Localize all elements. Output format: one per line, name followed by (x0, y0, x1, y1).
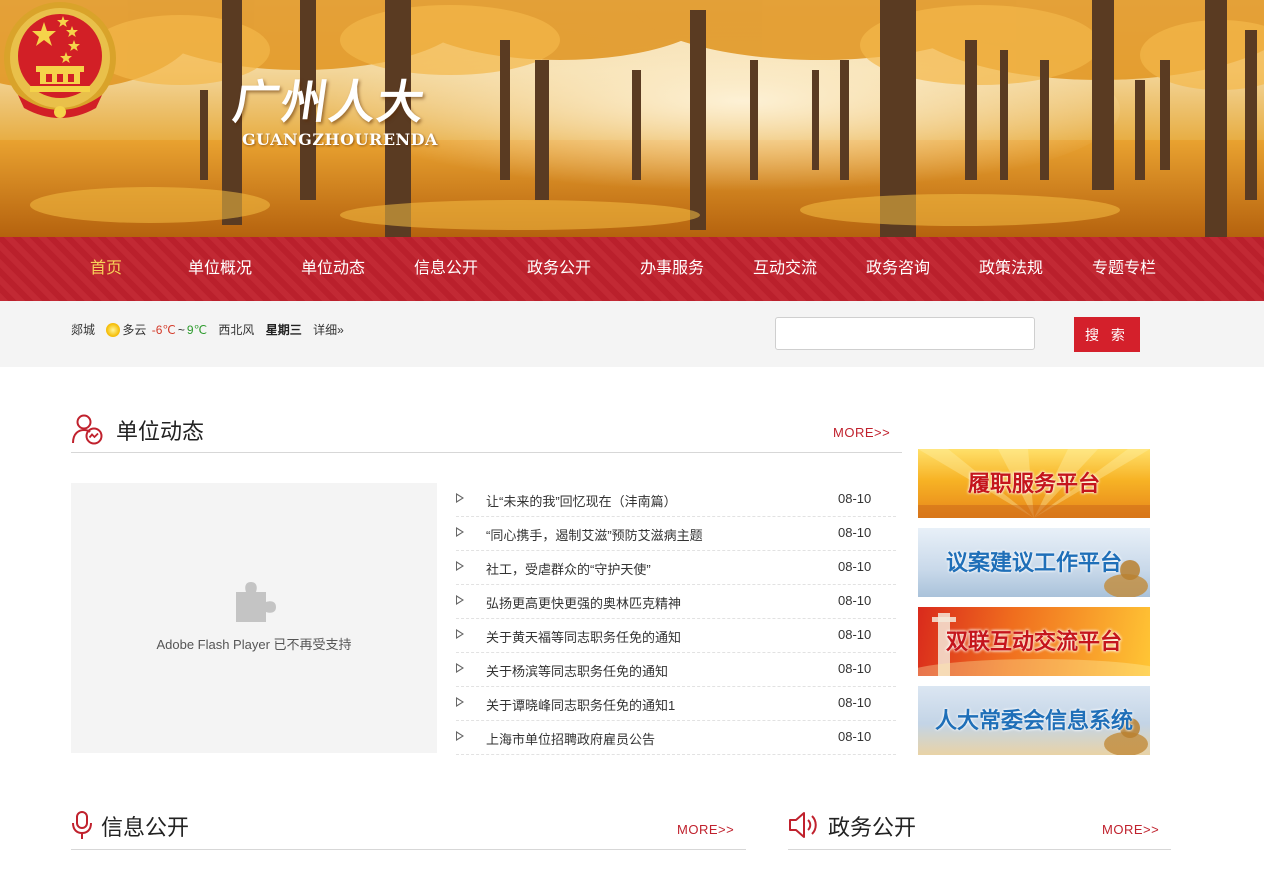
nav-item-gov-affairs[interactable]: 政务公开 (527, 237, 591, 301)
news-item-date: 08-10 (838, 525, 872, 540)
news-item-title[interactable]: 上海市单位招聘政府雇员公告 (486, 729, 655, 748)
nav-item-home[interactable]: 首页 (90, 237, 122, 301)
news-item-date: 08-10 (838, 695, 872, 710)
platform-banner-proposals[interactable]: 议案建议工作平台 (918, 528, 1150, 597)
news-item-title[interactable]: 关于谭晓峰同志职务任免的通知1 (486, 695, 675, 714)
news-item-date: 08-10 (838, 559, 872, 574)
platform-label: 履职服务平台 (967, 471, 1100, 496)
sun-icon (106, 323, 121, 337)
user-chart-icon (72, 414, 103, 445)
news-item[interactable]: 社工，受虐群众的“守护天使” 08-10 (456, 551, 896, 585)
triangle-bullet-icon (456, 561, 464, 574)
news-item-title[interactable]: 让“未来的我”回忆现在（沣南篇） (486, 491, 677, 510)
nav-item-interaction[interactable]: 互动交流 (753, 237, 817, 301)
weather-widget: 郯城 多云 -6℃ ~9℃ 西北风 星期三 详细» (71, 321, 352, 338)
news-section-title: 单位动态 (116, 419, 205, 444)
news-item-date: 08-10 (838, 729, 872, 744)
triangle-bullet-icon (456, 493, 464, 506)
weather-wind: 西北风 (218, 323, 255, 337)
news-item-title[interactable]: “同心携手，遏制艾滋”预防艾滋病主题 (486, 525, 703, 544)
triangle-bullet-icon (456, 663, 464, 676)
triangle-bullet-icon (456, 629, 464, 642)
gov-section-title: 政务公开 (828, 815, 917, 840)
speaker-icon (789, 812, 817, 838)
platform-label: 双联互动交流平台 (945, 629, 1122, 654)
weather-weekday: 星期三 (265, 323, 302, 337)
news-item-title[interactable]: 社工，受虐群众的“守护天使” (486, 559, 651, 578)
puzzle-plugin-icon (236, 582, 276, 622)
news-item[interactable]: 上海市单位招聘政府雇员公告 08-10 (456, 721, 896, 755)
info-bar: 郯城 多云 -6℃ ~9℃ 西北风 星期三 详细» 搜 索 (0, 301, 1264, 367)
weather-temp-sep: ~ (177, 323, 185, 337)
triangle-bullet-icon (456, 697, 464, 710)
gov-section-header: 政务公开 MORE>> (788, 810, 1171, 850)
main-nav: 首页 单位概况 单位动态 信息公开 政务公开 办事服务 互动交流 政务咨询 政策… (0, 237, 1264, 301)
news-item-title[interactable]: 关于黄天福等同志职务任免的通知 (486, 627, 681, 646)
search-button[interactable]: 搜 索 (1074, 317, 1140, 352)
header-banner: 广州人大 GUANGZHOURENDA (0, 0, 1264, 237)
weather-city: 郯城 (71, 323, 96, 337)
autumn-forest-illustration (0, 0, 1264, 237)
news-item[interactable]: “同心携手，遏制艾滋”预防艾滋病主题 08-10 (456, 517, 896, 551)
search-input[interactable] (775, 317, 1035, 350)
news-item-title[interactable]: 关于杨滨等同志职务任免的通知 (486, 661, 668, 680)
news-item[interactable]: 关于谭晓峰同志职务任免的通知1 08-10 (456, 687, 896, 721)
news-section-header: 单位动态 MORE>> (71, 413, 902, 453)
platform-banner-dual-contact[interactable]: 双联互动交流平台 (918, 607, 1150, 676)
news-item-title[interactable]: 弘扬更高更快更强的奥林匹克精神 (486, 593, 681, 612)
news-more-link[interactable]: MORE>> (833, 425, 890, 440)
site-logo-subtitle: GUANGZHOURENDA (242, 130, 438, 149)
news-list: 让“未来的我”回忆现在（沣南篇） 08-10 “同心携手，遏制艾滋”预防艾滋病主题… (456, 483, 896, 755)
weather-detail-link[interactable]: 详细» (313, 323, 344, 337)
platform-banner-duty-service[interactable]: 履职服务平台 (918, 449, 1150, 518)
weather-temp-low: -6℃ (151, 323, 176, 337)
gov-more-link[interactable]: MORE>> (1102, 822, 1159, 837)
platform-label: 人大常委会信息系统 (934, 708, 1133, 733)
nav-item-info-disclosure[interactable]: 信息公开 (414, 237, 478, 301)
nav-item-policies[interactable]: 政策法规 (979, 237, 1043, 301)
nav-item-services[interactable]: 办事服务 (640, 237, 704, 301)
news-item-date: 08-10 (838, 627, 872, 642)
flash-placeholder: Adobe Flash Player 已不再受支持 (71, 483, 437, 753)
platform-banner-info-system[interactable]: 人大常委会信息系统 (918, 686, 1150, 755)
triangle-bullet-icon (456, 731, 464, 744)
nav-item-topics[interactable]: 专题专栏 (1092, 237, 1156, 301)
info-section-title: 信息公开 (101, 815, 190, 840)
news-item-date: 08-10 (838, 661, 872, 676)
triangle-bullet-icon (456, 595, 464, 608)
triangle-bullet-icon (456, 527, 464, 540)
news-item-date: 08-10 (838, 491, 872, 506)
nav-item-news[interactable]: 单位动态 (301, 237, 365, 301)
microphone-icon (72, 811, 92, 839)
nav-item-overview[interactable]: 单位概况 (188, 237, 252, 301)
news-item[interactable]: 关于黄天福等同志职务任免的通知 08-10 (456, 619, 896, 653)
national-emblem-icon (4, 2, 116, 118)
news-item[interactable]: 弘扬更高更快更强的奥林匹克精神 08-10 (456, 585, 896, 619)
news-item[interactable]: 关于杨滨等同志职务任免的通知 08-10 (456, 653, 896, 687)
info-more-link[interactable]: MORE>> (677, 822, 734, 837)
weather-condition: 多云 (122, 323, 147, 337)
news-item-date: 08-10 (838, 593, 872, 608)
platform-label: 议案建议工作平台 (945, 550, 1122, 575)
flash-message: Adobe Flash Player 已不再受支持 (156, 637, 352, 652)
info-section-header: 信息公开 MORE>> (71, 810, 746, 850)
nav-item-consultation[interactable]: 政务咨询 (866, 237, 930, 301)
site-logo-title: 广州人大 (229, 75, 430, 129)
weather-temp-high: 9℃ (186, 323, 208, 337)
news-item[interactable]: 让“未来的我”回忆现在（沣南篇） 08-10 (456, 483, 896, 517)
